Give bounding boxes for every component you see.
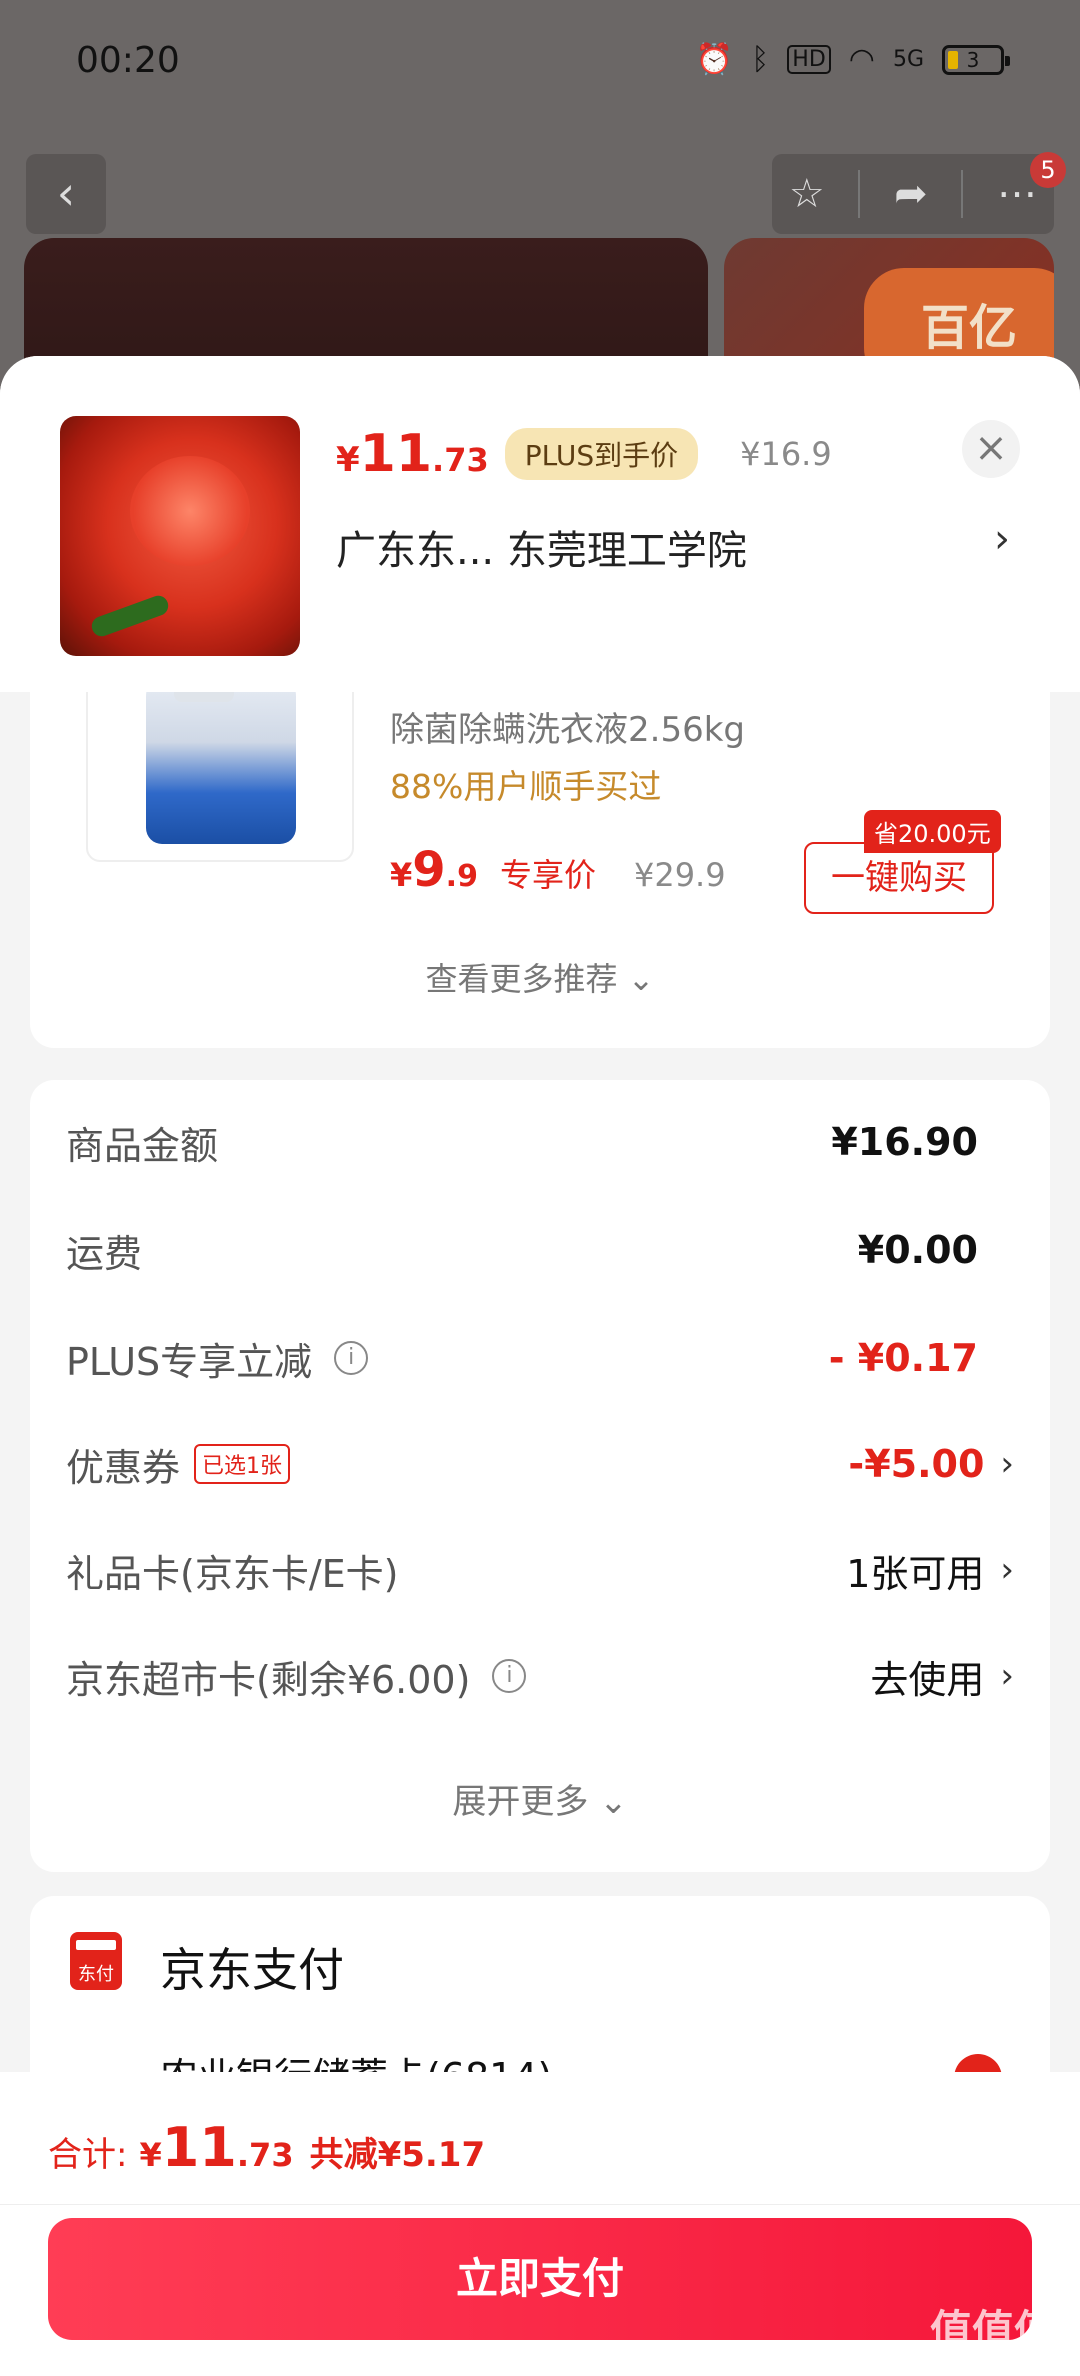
bottle-cap	[174, 692, 234, 702]
top-actions: ☆ ➦ ⋯	[772, 154, 1054, 234]
total-discount: 共减¥5.17	[309, 2135, 486, 2175]
divider	[858, 170, 861, 218]
jd-pay-icon: 东付	[70, 1932, 122, 1990]
status-icons: ⏰ ᛒ HD ◠ 5G 3	[695, 42, 1010, 77]
order-summary: 商品金额 ¥16.90 运费 ¥0.00 PLUS专享立减 i - ¥0.17 优…	[30, 1080, 1050, 1872]
coupon-selected-tag: 已选1张	[194, 1444, 291, 1484]
hd-icon: HD	[787, 45, 831, 74]
summary-row-plus-discount: PLUS专享立减 i - ¥0.17	[66, 1336, 978, 1384]
close-button[interactable]: ×	[962, 420, 1020, 478]
detergent-bottle-image	[146, 692, 296, 844]
share-icon[interactable]: ➦	[894, 171, 928, 217]
recommend-card: 除菌除螨洗衣液2.56kg 88%用户顺手买过 ¥ 9 .9 专享价 ¥29.9…	[30, 692, 1050, 1048]
product-price: ¥ 11 .73 PLUS到手价 ¥16.9	[336, 424, 832, 484]
expand-more-link[interactable]: 展开更多 ⌄	[30, 1774, 1050, 1823]
recommend-product-image[interactable]	[86, 692, 354, 862]
status-bar: 00:20 ⏰ ᛒ HD ◠ 5G 3	[0, 0, 1080, 130]
info-icon[interactable]: i	[492, 1659, 527, 1693]
status-time: 00:20	[76, 40, 180, 81]
watermark: 值值值	[929, 2306, 1056, 2355]
chevron-right-icon: ›	[1000, 1550, 1014, 1590]
wifi-icon: ◠	[848, 42, 875, 77]
watermark-url: zhizhizhi.com	[937, 2353, 1046, 2372]
sheet-header: ¥ 11 .73 PLUS到手价 ¥16.9 × 广东东... 东莞理工学院 ›	[0, 356, 1080, 692]
product-thumbnail	[60, 416, 300, 656]
battery-icon: 3	[942, 44, 1010, 75]
original-price: ¥16.9	[740, 435, 832, 473]
star-icon[interactable]: ☆	[789, 171, 825, 217]
order-total: 合计: ¥ 11 .73 共减¥5.17	[48, 2116, 486, 2179]
chevron-right-icon: ›	[1000, 1656, 1014, 1696]
payment-title: 京东支付	[160, 1943, 344, 1997]
tomato-image	[130, 456, 250, 566]
bluetooth-icon: ᛒ	[751, 42, 770, 77]
divider	[0, 2204, 1080, 2205]
summary-row-shipping: 运费 ¥0.00	[66, 1228, 978, 1276]
chevron-right-icon: ›	[1000, 1444, 1014, 1484]
more-recommend-link[interactable]: 查看更多推荐 ⌄	[30, 954, 1050, 1000]
summary-row-coupon[interactable]: 优惠券 已选1张 -¥5.00 ›	[66, 1434, 1014, 1494]
leaf-shape	[88, 592, 172, 640]
divider	[961, 170, 964, 218]
summary-row-gift-card[interactable]: 礼品卡(京东卡/E卡) 1张可用 ›	[66, 1540, 1014, 1600]
recommend-price: ¥ 9 .9 专享价 ¥29.9	[390, 842, 726, 898]
delivery-address[interactable]: 广东东... 东莞理工学院	[336, 518, 747, 576]
recommend-title[interactable]: 除菌除螨洗衣液2.56kg	[390, 702, 745, 751]
close-icon: ×	[974, 425, 1008, 471]
summary-row-supermarket-card[interactable]: 京东超市卡(剩余¥6.00) i 去使用 ›	[66, 1646, 1014, 1706]
back-icon: ‹	[56, 166, 76, 220]
save-tag: 省20.00元	[864, 810, 1001, 853]
message-badge: 5	[1030, 152, 1066, 188]
alarm-icon: ⏰	[695, 42, 734, 77]
back-button[interactable]: ‹	[26, 154, 106, 234]
info-icon[interactable]: i	[334, 1341, 369, 1375]
plus-price-tag: PLUS到手价	[504, 428, 699, 480]
summary-row-goods: 商品金额 ¥16.90	[66, 1120, 978, 1168]
bottom-bar: 合计: ¥ 11 .73 共减¥5.17 立即支付 值值值 zhizhizhi.…	[0, 2072, 1080, 2376]
recommend-percent: 88%用户顺手买过	[390, 767, 662, 806]
chevron-right-icon[interactable]: ›	[994, 516, 1010, 562]
signal-icon: 5G	[892, 47, 924, 72]
pay-now-button[interactable]: 立即支付	[48, 2218, 1032, 2340]
